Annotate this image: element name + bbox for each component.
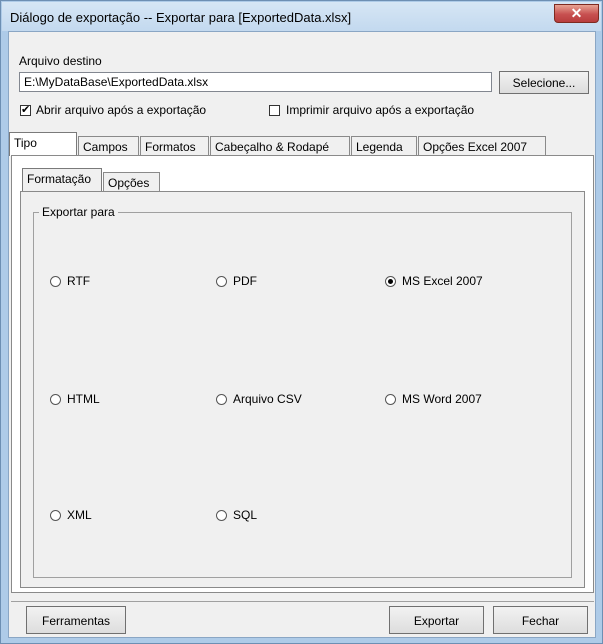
format-label-ms-word-2007: MS Word 2007 bbox=[402, 392, 482, 406]
tab-formatos[interactable]: Formatos bbox=[140, 136, 209, 156]
print-after-export-label: Imprimir arquivo após a exportação bbox=[286, 103, 475, 117]
format-label-pdf: PDF bbox=[233, 274, 257, 288]
close-window-button[interactable]: ✕ bbox=[554, 4, 599, 23]
format-radio-csv[interactable] bbox=[216, 394, 227, 405]
open-after-export-checkbox[interactable]: ✔ bbox=[20, 105, 31, 116]
destination-path-input[interactable] bbox=[19, 72, 492, 92]
export-button[interactable]: Exportar bbox=[389, 606, 484, 634]
format-label-ms-excel-2007: MS Excel 2007 bbox=[402, 274, 483, 288]
format-radio-sql[interactable] bbox=[216, 510, 227, 521]
format-radio-pdf[interactable] bbox=[216, 276, 227, 287]
format-label-xml: XML bbox=[67, 508, 92, 522]
formatacao-panel: Exportar para RTF PDF MS Excel 2007 HTML… bbox=[20, 191, 585, 588]
export-dialog-window: Diálogo de exportação -- Exportar para [… bbox=[0, 0, 603, 644]
title-bar[interactable]: Diálogo de exportação -- Exportar para [… bbox=[2, 2, 601, 31]
window-title: Diálogo de exportação -- Exportar para [… bbox=[10, 10, 352, 25]
checkmark-icon: ✔ bbox=[21, 104, 31, 116]
tab-tipo[interactable]: Tipo bbox=[9, 132, 77, 156]
format-radio-rtf[interactable] bbox=[50, 276, 61, 287]
select-file-button[interactable]: Selecione... bbox=[499, 71, 589, 94]
format-label-sql: SQL bbox=[233, 508, 258, 522]
format-radio-ms-word-2007[interactable] bbox=[385, 394, 396, 405]
close-button[interactable]: Fechar bbox=[493, 606, 588, 634]
format-radio-html[interactable] bbox=[50, 394, 61, 405]
format-radio-ms-excel-2007[interactable] bbox=[385, 276, 396, 287]
print-after-export-checkbox[interactable] bbox=[269, 105, 280, 116]
close-icon: ✕ bbox=[570, 5, 583, 21]
format-radio-xml[interactable] bbox=[50, 510, 61, 521]
destination-label: Arquivo destino bbox=[19, 54, 102, 68]
export-to-groupbox bbox=[33, 212, 572, 578]
export-to-group-label: Exportar para bbox=[39, 205, 118, 219]
subtab-opcoes[interactable]: Opções bbox=[103, 172, 160, 192]
tab-campos[interactable]: Campos bbox=[78, 136, 139, 156]
open-after-export-label: Abrir arquivo após a exportação bbox=[36, 103, 207, 117]
format-label-rtf: RTF bbox=[67, 274, 91, 288]
dialog-client-area: Arquivo destino Selecione... ✔ Abrir arq… bbox=[8, 31, 596, 638]
tab-legenda[interactable]: Legenda bbox=[351, 136, 417, 156]
tipo-tab-panel: Formatação Opções Exportar para RTF PDF … bbox=[11, 155, 594, 593]
tab-cabecalho-rodape[interactable]: Cabeçalho & Rodapé bbox=[210, 136, 350, 156]
footer-divider bbox=[11, 601, 594, 602]
tools-button[interactable]: Ferramentas bbox=[26, 606, 126, 634]
format-label-html: HTML bbox=[67, 392, 100, 406]
format-label-csv: Arquivo CSV bbox=[233, 392, 302, 406]
tab-opcoes-excel-2007[interactable]: Opções Excel 2007 bbox=[418, 136, 546, 156]
subtab-formatacao[interactable]: Formatação bbox=[22, 168, 102, 192]
